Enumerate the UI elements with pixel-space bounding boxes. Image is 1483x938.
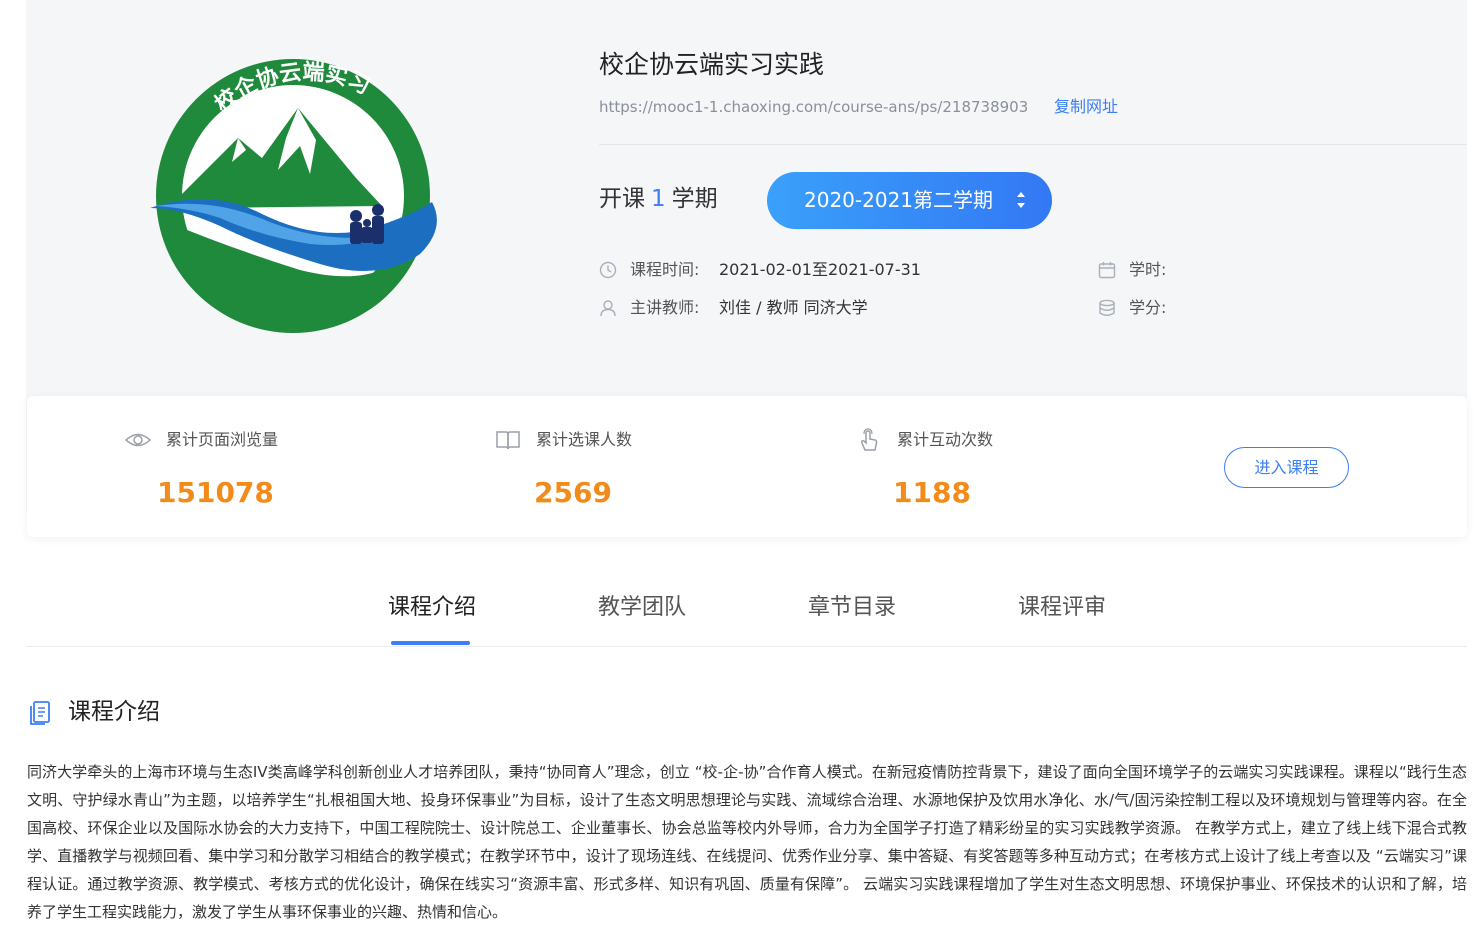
book-icon: [496, 431, 520, 450]
course-url-row: https://mooc1-1.chaoxing.com/course-ans/…: [599, 96, 1118, 118]
credit-row: 学分:: [1098, 296, 1248, 320]
course-tabs: 课程介绍 教学团队 章节目录 课程评审: [26, 580, 1467, 647]
stat-interactions-value: 1188: [893, 476, 971, 509]
enter-course-button[interactable]: 进入课程: [1224, 447, 1349, 488]
hours-label: 学时:: [1129, 260, 1167, 279]
clock-icon: [599, 261, 617, 279]
copy-url-link[interactable]: 复制网址: [1054, 96, 1118, 118]
stat-views-label: 累计页面浏览量: [166, 430, 279, 449]
term-suffix: 学期: [671, 186, 718, 212]
eye-icon: [125, 433, 151, 447]
tab-course-review[interactable]: 课程评审: [1018, 592, 1106, 624]
course-logo: 校企协云端实习: [150, 59, 437, 333]
teacher-row: 主讲教师: 刘佳 / 教师 同济大学: [599, 296, 999, 320]
user-icon: [600, 300, 616, 317]
tab-teaching-team[interactable]: 教学团队: [598, 592, 686, 624]
credit-label: 学分:: [1129, 298, 1167, 317]
document-icon: [30, 701, 50, 725]
section-title: 课程介绍: [68, 699, 160, 725]
hours-row: 学时:: [1098, 258, 1248, 282]
teacher-value: 刘佳 / 教师 同济大学: [719, 298, 868, 317]
stat-enrolled-value: 2569: [534, 476, 612, 509]
stat-enrolled-label: 累计选课人数: [536, 430, 633, 449]
tab-chapter-catalog[interactable]: 章节目录: [808, 592, 896, 624]
term-select[interactable]: 2020-2021第二学期: [767, 172, 1052, 229]
tab-course-intro[interactable]: 课程介绍: [388, 592, 476, 624]
term-prefix: 开课: [599, 186, 645, 212]
course-url: https://mooc1-1.chaoxing.com/course-ans/…: [599, 98, 1029, 116]
term-count: 开课 1 学期: [599, 182, 718, 216]
term-number: 1: [651, 186, 666, 212]
stat-views-value: 151078: [157, 476, 274, 509]
hand-pointer-icon: [861, 428, 878, 451]
course-time-value: 2021-02-01至2021-07-31: [719, 260, 921, 279]
course-title: 校企协云端实习实践: [599, 50, 825, 79]
course-time-row: 课程时间: 2021-02-01至2021-07-31: [599, 258, 999, 282]
sort-arrows-icon: [1017, 192, 1025, 208]
term-select-value: 2020-2021第二学期: [804, 188, 994, 212]
divider: [599, 144, 1467, 145]
active-tab-indicator: [391, 641, 470, 645]
stats-card: 累计页面浏览量 151078 累计选课人数 2569 累计互动次数 1188 进…: [27, 396, 1467, 537]
course-time-label: 课程时间:: [630, 260, 700, 279]
course-intro-text: 同济大学牵头的上海市环境与生态IV类高峰学科创新创业人才培养团队，秉持“协同育人…: [27, 763, 1467, 921]
database-icon: [1099, 299, 1115, 316]
calendar-icon: [1098, 262, 1116, 279]
teacher-label: 主讲教师:: [630, 298, 700, 317]
stat-interactions-label: 累计互动次数: [897, 430, 994, 449]
